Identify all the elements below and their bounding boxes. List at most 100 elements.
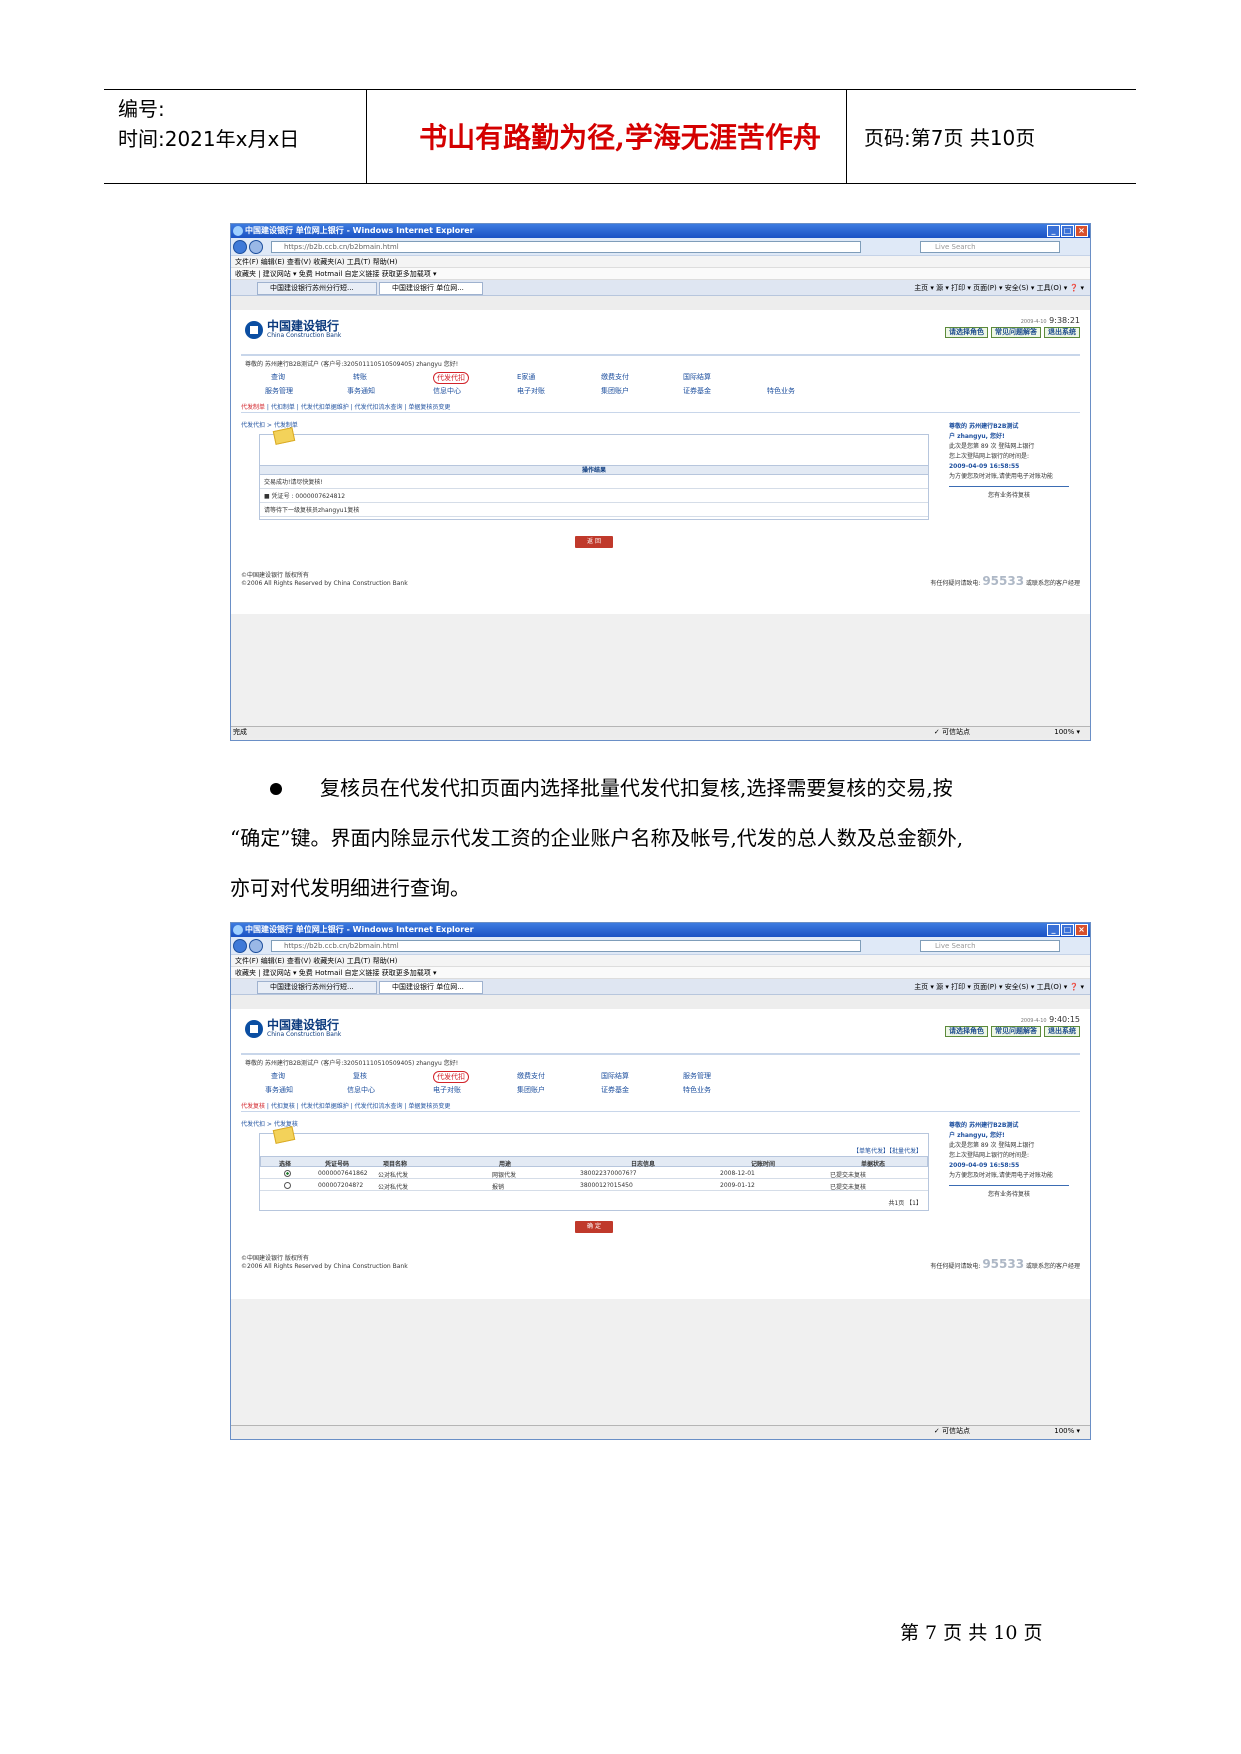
submenu-items[interactable]: | 代扣制单 | 代发代扣单据维护 | 代发代扣流水查询 | 单据复核员变更	[265, 404, 450, 411]
minimize-button[interactable]: _	[1047, 225, 1060, 237]
url-field[interactable]: https://b2b.ccb.cn/b2bmain.html	[271, 940, 861, 952]
confirm-button[interactable]: 确 定	[575, 1221, 613, 1233]
back-button[interactable]: 返 回	[575, 536, 613, 548]
maximize-button[interactable]: □	[1061, 924, 1074, 936]
zoom-level[interactable]: 100% ▾	[1054, 727, 1080, 738]
header-meta: 编号: 时间:2021年x月x日	[118, 94, 299, 154]
number-label: 编号:	[118, 97, 165, 121]
menu-item[interactable]: 信息中心	[433, 386, 461, 396]
menu-item[interactable]: 缴费支付	[517, 1071, 545, 1081]
logout-button[interactable]: 退出系统	[1044, 1026, 1080, 1037]
filter-links[interactable]: 【单笔代发】【批量代发】	[853, 1146, 922, 1155]
maximize-button[interactable]: □	[1061, 225, 1074, 237]
menu-item[interactable]: 事务通知	[265, 1085, 293, 1095]
row-radio[interactable]	[284, 1170, 291, 1179]
menu-item[interactable]: 服务管理	[265, 386, 293, 396]
menu-item[interactable]: 信息中心	[347, 1085, 375, 1095]
pager[interactable]: 共1页 【1】	[888, 1198, 922, 1207]
result-panel: 操作结果 交易成功!请尽快复核! ■ 凭证号 : 0000007624812 请…	[259, 427, 929, 520]
envelope-icon	[272, 1126, 296, 1144]
menu-item[interactable]: 集团账户	[517, 1085, 545, 1095]
window-controls: _ □ ×	[1047, 924, 1088, 936]
side-last-login: 您上次登陆网上银行的时间是:	[949, 453, 1030, 460]
hotline-prefix: 有任何疑问请致电:	[930, 580, 981, 587]
forward-icon[interactable]	[249, 240, 263, 254]
welcome-text: 尊敬的 苏州建行B2B测试户 (客户号:320501110510509405) …	[245, 1060, 459, 1067]
logout-button[interactable]: 退出系统	[1044, 327, 1080, 338]
menu-item[interactable]: 事务通知	[347, 386, 375, 396]
menu-item[interactable]: 特色业务	[683, 1085, 711, 1095]
tab-toolbar[interactable]: 主页 ▾ 源 ▾ 打印 ▾ 页面(P) ▾ 安全(S) ▾ 工具(O) ▾ ❓ …	[914, 982, 1084, 992]
menu-item[interactable]: 国际结算	[601, 1071, 629, 1081]
tab-toolbar[interactable]: 主页 ▾ 源 ▾ 打印 ▾ 页面(P) ▾ 安全(S) ▾ 工具(O) ▾ ❓ …	[914, 283, 1084, 293]
role-select[interactable]: 请选择角色	[945, 327, 988, 338]
header-divider	[241, 354, 1080, 356]
submenu-items[interactable]: | 代扣复核 | 代发代扣单据维护 | 代发代扣流水查询 | 单据复核员变更	[265, 1103, 450, 1110]
menu-item[interactable]: 查询	[271, 1071, 285, 1081]
forward-icon[interactable]	[249, 939, 263, 953]
window-title: 中国建设银行 单位网上银行 - Windows Internet Explore…	[245, 925, 474, 934]
radio-unselected-icon[interactable]	[284, 1182, 291, 1189]
menu-item[interactable]: 集团账户	[601, 386, 629, 396]
table-header: 选择 凭证号码 项目名称 用途 日志信息 记账时间 单据状态	[260, 1156, 928, 1168]
tab-ccb-suzhou[interactable]: 中国建设银行苏州分行短...	[257, 282, 377, 295]
favorites-bar[interactable]: 收藏夹 | 建议网站 ▾ 免费 Hotmail 自定义链接 获取更多加载项 ▾	[231, 967, 1090, 979]
menu-item[interactable]: E家通	[517, 372, 535, 382]
cell-voucher: 0000072048?2	[318, 1182, 364, 1189]
menu-item[interactable]: 查询	[271, 372, 285, 382]
side-business[interactable]: 您有业务待复核	[949, 1190, 1069, 1200]
search-input[interactable]: Live Search	[920, 940, 1060, 952]
tab-ccb-suzhou[interactable]: 中国建设银行苏州分行短...	[257, 981, 377, 994]
cell-date: 2008-12-01	[720, 1170, 755, 1177]
cell-project: 公对私代发	[378, 1172, 409, 1179]
logo-text-cn: 中国建设银行	[267, 319, 340, 333]
menu-item[interactable]: 转账	[353, 372, 367, 382]
tab-ccb-b2b[interactable]: 中国建设银行 单位网...	[379, 981, 483, 994]
clock-date: 2009-4-10	[1020, 1018, 1047, 1024]
menu-item[interactable]: 电子对账	[517, 386, 545, 396]
menu-bar[interactable]: 文件(F) 编辑(E) 查看(V) 收藏夹(A) 工具(T) 帮助(H)	[231, 256, 1090, 268]
back-icon[interactable]	[233, 240, 247, 254]
url-field[interactable]: https://b2b.ccb.cn/b2bmain.html	[271, 241, 861, 253]
side-login-count: 此次是您第 89 次 登陆网上银行	[949, 1142, 1035, 1149]
faq-button[interactable]: 常见问题解答	[991, 327, 1041, 338]
result-line: 请等待下一级复核员zhangyu1复核	[260, 505, 928, 517]
cell-status: 已提交未复核	[830, 1184, 867, 1191]
menu-item[interactable]: 服务管理	[683, 1071, 711, 1081]
table-row[interactable]: 0000072048?2 公对私代发 报销 3800012?015450 200…	[260, 1180, 928, 1191]
ie-icon	[233, 925, 243, 935]
close-button[interactable]: ×	[1075, 225, 1088, 237]
menu-item[interactable]: 国际结算	[683, 372, 711, 382]
zoom-level[interactable]: 100% ▾	[1054, 1426, 1080, 1437]
favorites-bar[interactable]: 收藏夹 | 建议网站 ▾ 免费 Hotmail 自定义链接 获取更多加载项 ▾	[231, 268, 1090, 280]
review-table: 选择 凭证号码 项目名称 用途 日志信息 记账时间 单据状态 000000764…	[260, 1156, 928, 1194]
menu-item[interactable]: 复核	[353, 1071, 367, 1081]
menu-item[interactable]: 特色业务	[767, 386, 795, 396]
header-divider	[241, 1053, 1080, 1055]
footer-copyright: ©中国建设银行 版权所有 ©2006 All Rights Reserved b…	[241, 572, 408, 588]
cell-usage: 网银代发	[492, 1172, 517, 1179]
search-input[interactable]: Live Search	[920, 241, 1060, 253]
table-row[interactable]: 0000007641862 公对私代发 网银代发 3800223700076?7…	[260, 1168, 928, 1179]
minimize-button[interactable]: _	[1047, 924, 1060, 936]
menu-bar[interactable]: 文件(F) 编辑(E) 查看(V) 收藏夹(A) 工具(T) 帮助(H)	[231, 955, 1090, 967]
close-button[interactable]: ×	[1075, 924, 1088, 936]
menu-item[interactable]: 电子对账	[433, 1085, 461, 1095]
menu-item-active[interactable]: 代发代扣	[433, 1071, 469, 1083]
faq-button[interactable]: 常见问题解答	[991, 1026, 1041, 1037]
side-business[interactable]: 您有业务待复核	[949, 491, 1069, 501]
row-radio[interactable]	[284, 1182, 291, 1191]
back-icon[interactable]	[233, 939, 247, 953]
menu-item[interactable]: 缴费支付	[601, 372, 629, 382]
tab-ccb-b2b[interactable]: 中国建设银行 单位网...	[379, 282, 483, 295]
menu-item[interactable]: 证券基金	[683, 386, 711, 396]
menu-item[interactable]: 证券基金	[601, 1085, 629, 1095]
role-select[interactable]: 请选择角色	[945, 1026, 988, 1037]
radio-selected-icon[interactable]	[284, 1170, 291, 1177]
cell-usage: 报销	[492, 1184, 505, 1191]
header-motto: 书山有路勤为径,学海无涯苦作舟	[419, 121, 821, 154]
submenu-item-active[interactable]: 代发制单	[241, 404, 265, 411]
menu-item-active[interactable]: 代发代扣	[433, 372, 469, 384]
submenu-item-active[interactable]: 代发复核	[241, 1103, 265, 1110]
logo-text-en: China Construction Bank	[267, 332, 342, 339]
